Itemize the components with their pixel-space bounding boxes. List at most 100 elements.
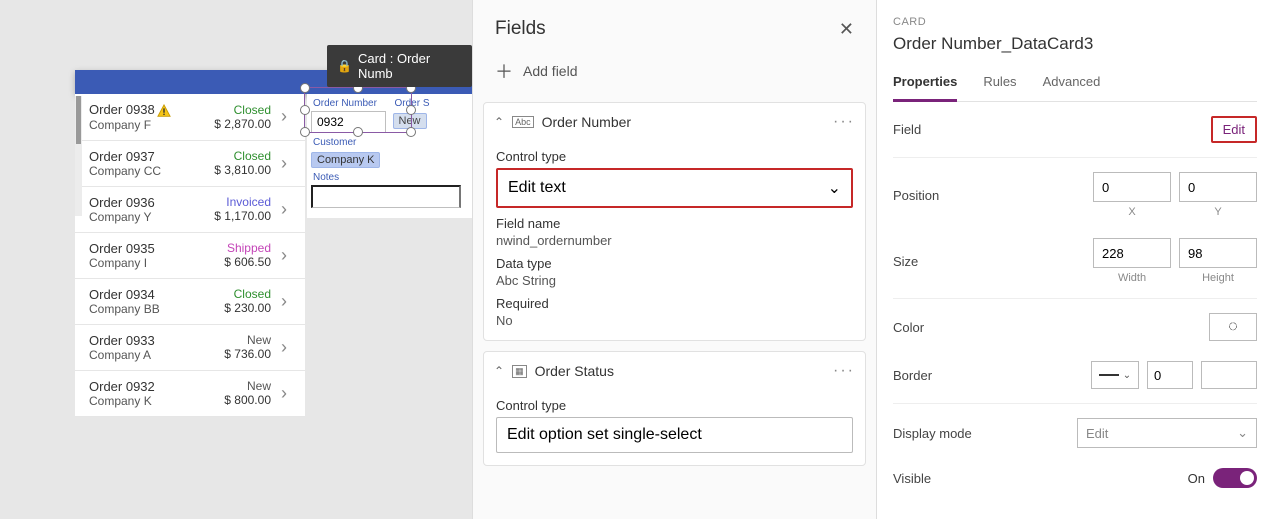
list-item[interactable]: Order 0935Company IShipped$ 606.50› — [75, 233, 305, 279]
list-item[interactable]: Order 0938Company FClosed$ 2,870.00 › — [75, 94, 305, 141]
color-picker-button[interactable]: ◌ — [1209, 313, 1257, 341]
field-group-order-status: ⌃ ▦ Order Status ··· Control type Edit o… — [483, 351, 866, 466]
close-icon[interactable]: ✕ — [839, 19, 854, 40]
notes-input[interactable] — [311, 185, 461, 208]
order-price: $ 230.00 — [201, 301, 271, 315]
chevron-right-icon: › — [275, 106, 293, 127]
properties-panel: CARD Order Number_DataCard3 Properties R… — [876, 0, 1273, 519]
customer-label: Customer — [311, 133, 468, 150]
color-label: Color — [893, 320, 924, 335]
position-label: Position — [893, 188, 939, 203]
visible-on-text: On — [1188, 471, 1205, 486]
visible-toggle[interactable] — [1213, 468, 1257, 488]
field-name-value: nwind_ordernumber — [496, 233, 853, 248]
company-name: Company K — [89, 394, 201, 408]
control-type-label: Control type — [496, 398, 853, 413]
border-width-input[interactable] — [1147, 361, 1193, 389]
abc-type-icon: Abc — [496, 273, 518, 288]
chevron-up-icon: ⌃ — [494, 364, 504, 378]
border-label: Border — [893, 368, 932, 383]
chevron-down-icon: ⌄ — [1237, 425, 1248, 441]
list-item[interactable]: Order 0937Company CCClosed$ 3,810.00 › — [75, 141, 305, 187]
list-item[interactable]: Order 0934Company BBClosed$ 230.00› — [75, 279, 305, 325]
status-badge: Closed — [201, 103, 271, 117]
display-mode-label: Display mode — [893, 426, 972, 441]
more-icon[interactable]: ··· — [833, 362, 855, 380]
visible-label: Visible — [893, 471, 931, 486]
selection-handles[interactable] — [304, 87, 412, 133]
border-color-picker[interactable] — [1201, 361, 1257, 389]
chevron-right-icon: › — [275, 291, 293, 312]
required-value: No — [496, 313, 853, 328]
size-width-input[interactable] — [1093, 238, 1171, 268]
field-name-label: Field name — [496, 216, 853, 231]
position-x-input[interactable] — [1093, 172, 1171, 202]
more-icon[interactable]: ··· — [833, 113, 855, 131]
company-name: Company BB — [89, 302, 201, 316]
order-number: Order 0937 — [89, 149, 201, 164]
customer-chip[interactable]: Company K — [311, 152, 380, 168]
field-group-title: Order Status — [535, 363, 825, 379]
chevron-up-icon: ⌃ — [494, 115, 504, 129]
display-mode-select[interactable]: Edit ⌄ — [1077, 418, 1257, 448]
fields-panel: Fields ✕ ＋ Add field ⌃ Abc Order Number … — [472, 0, 876, 519]
company-name: Company A — [89, 348, 201, 362]
control-type-select[interactable]: Edit option set single-select — [496, 417, 853, 453]
order-price: $ 3,810.00 — [201, 163, 271, 177]
selected-card-tooltip: 🔒 Card : Order Numb — [327, 45, 472, 87]
gallery-scrollbar[interactable] — [75, 96, 82, 216]
data-type-label: Data type — [496, 256, 853, 271]
tab-rules[interactable]: Rules — [983, 68, 1016, 101]
company-name: Company F — [89, 118, 201, 132]
order-number: Order 0936 — [89, 195, 201, 210]
company-name: Company I — [89, 256, 201, 270]
order-number: Order 0938 — [89, 102, 201, 118]
list-item[interactable]: Order 0936Company YInvoiced$ 1,170.00 › — [75, 187, 305, 233]
status-badge: Shipped — [201, 241, 271, 255]
plus-icon: ＋ — [495, 58, 513, 84]
field-group-header[interactable]: ⌃ Abc Order Number ··· — [484, 103, 865, 141]
design-canvas: 🔒 Card : Order Numb Order 0938Company FC… — [0, 0, 472, 519]
gallery-scrollbar-thumb[interactable] — [76, 96, 81, 144]
order-gallery[interactable]: Order 0938Company FClosed$ 2,870.00›Orde… — [75, 94, 305, 417]
order-price: $ 800.00 — [201, 393, 271, 407]
field-group-header[interactable]: ⌃ ▦ Order Status ··· — [484, 352, 865, 390]
field-row-label: Field — [893, 122, 921, 137]
list-item[interactable]: Order 0932Company KNew$ 800.00› — [75, 371, 305, 417]
control-type-label: Control type — [496, 149, 853, 164]
color-picker-icon: ◌ — [1228, 318, 1238, 336]
status-badge: Closed — [201, 149, 271, 163]
edit-field-link[interactable]: Edit — [1211, 116, 1257, 143]
tab-advanced[interactable]: Advanced — [1043, 68, 1101, 101]
required-label: Required — [496, 296, 853, 311]
chevron-down-icon: ⌄ — [828, 178, 841, 198]
list-item[interactable]: Order 0933Company ANew$ 736.00› — [75, 325, 305, 371]
field-group-order-number: ⌃ Abc Order Number ··· Control type Edit… — [483, 102, 866, 341]
tab-properties[interactable]: Properties — [893, 68, 957, 102]
position-y-input[interactable] — [1179, 172, 1257, 202]
data-type-value: Abc String — [496, 273, 853, 288]
field-group-title: Order Number — [542, 114, 825, 130]
border-line-icon — [1099, 374, 1119, 376]
chevron-down-icon: ⌄ — [1123, 370, 1131, 381]
status-badge: Closed — [201, 287, 271, 301]
border-style-select[interactable]: ⌄ — [1091, 361, 1139, 389]
order-price: $ 1,170.00 — [201, 209, 271, 223]
notes-label: Notes — [311, 168, 468, 185]
chevron-right-icon: › — [275, 199, 293, 220]
abc-type-icon: Abc — [512, 116, 534, 128]
company-name: Company CC — [89, 164, 201, 178]
size-height-input[interactable] — [1179, 238, 1257, 268]
order-price: $ 736.00 — [201, 347, 271, 361]
card-name-title: Order Number_DataCard3 — [893, 28, 1257, 68]
chevron-right-icon: › — [275, 153, 293, 174]
card-category-label: CARD — [893, 0, 1257, 28]
warning-icon — [157, 104, 171, 118]
chevron-right-icon: › — [275, 337, 293, 358]
order-price: $ 2,870.00 — [201, 117, 271, 131]
chevron-right-icon: › — [275, 245, 293, 266]
status-badge: Invoiced — [201, 195, 271, 209]
control-type-select[interactable]: Edit text ⌄ — [496, 168, 853, 208]
add-field-button[interactable]: ＋ Add field — [473, 50, 876, 102]
company-name: Company Y — [89, 210, 201, 224]
